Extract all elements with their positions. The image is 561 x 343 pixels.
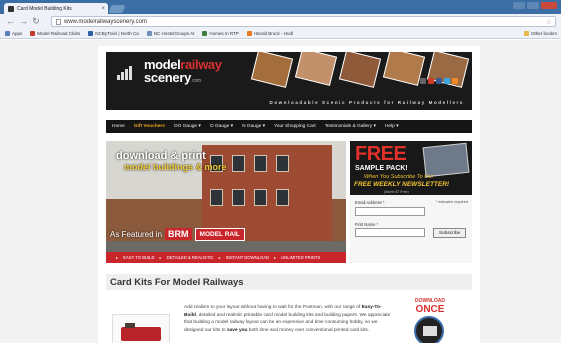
email-icon[interactable]	[420, 78, 426, 84]
locomotive-image	[121, 323, 161, 341]
bookmark-homes-in-rtp[interactable]: Homes In RTP	[202, 31, 239, 36]
hero-subheadline: model buildings & more	[124, 162, 227, 172]
promo-worth: (Worth $7 Free)	[384, 190, 409, 194]
product-card-image	[338, 52, 382, 88]
featured-in: As Featured in BRM MODEL RAIL	[106, 227, 346, 241]
menu-item-gift-vouchers[interactable]: Gift Vouchers	[134, 124, 165, 129]
bookmark-nc-hosts[interactable]: NC Hosts/Groups At	[146, 31, 194, 36]
back-arrow-icon[interactable]: ←	[6, 17, 15, 26]
menu-item-home[interactable]: Home	[112, 124, 125, 129]
new-tab-button[interactable]	[108, 5, 126, 13]
feature-arrow-icon: ▸	[218, 255, 221, 260]
menu-item-o-gauge[interactable]: O Gauge ▾	[210, 124, 233, 129]
window-controls	[513, 2, 557, 9]
feature-arrow-icon: ▸	[116, 255, 119, 260]
site-container: modelrailway scenery.com Downloadable Sc…	[98, 46, 480, 343]
browser-tab[interactable]: Card Model Building Kits ×	[4, 3, 108, 14]
subscribe-button[interactable]: Subscribe	[433, 228, 466, 238]
address-bar[interactable]: www.modelrailwayscenery.com ☆	[51, 16, 556, 27]
brm-logo: BRM	[165, 228, 192, 240]
promo-newsletter: FREE WEEKLY NEWSLETTER!	[354, 181, 450, 188]
maximize-button[interactable]	[527, 2, 539, 9]
hero-headline: download & print	[116, 150, 206, 162]
main-menu: Home Gift Vouchers OO Gauge ▾ O Gauge ▾ …	[106, 120, 472, 133]
url-text[interactable]: www.modelrailwayscenery.com	[64, 19, 543, 25]
download-once-badge[interactable]: DOWNLOAD ONCE	[404, 298, 456, 343]
page-title: Card Kits For Model Railways	[110, 276, 244, 288]
tab-close-icon[interactable]: ×	[101, 6, 108, 12]
google-plus-icon[interactable]	[428, 78, 434, 84]
site-tagline: Downloadable Scenic Products for Railway…	[269, 100, 464, 105]
forward-arrow-icon[interactable]: →	[19, 17, 28, 26]
logo-bars-icon	[117, 66, 139, 80]
sample-pack-image	[422, 142, 470, 178]
browser-toolbar: ← → ↻ www.modelrailwayscenery.com ☆	[0, 14, 561, 29]
minimize-button[interactable]	[513, 2, 525, 9]
bookmark-favicon-icon	[202, 31, 208, 36]
promo-free: FREE	[355, 143, 407, 165]
page-viewport: modelrailway scenery.com Downloadable Sc…	[0, 40, 561, 343]
model-rail-logo: MODEL RAIL	[194, 227, 245, 241]
product-card-image	[250, 52, 294, 88]
hero-banner[interactable]: download & print model buildings & more …	[106, 141, 346, 263]
bookmark-model-railroad-clubs[interactable]: Model Railroad Clubs	[30, 31, 80, 36]
feature-strip: ▸ EASY TO BUILD ▸ DETAILED & REALISTIC ▸…	[106, 252, 346, 263]
promo-sample-pack: SAMPLE PACK!	[355, 165, 408, 172]
menu-item-oo-gauge[interactable]: OO Gauge ▾	[174, 124, 201, 129]
facebook-icon[interactable]	[436, 78, 442, 84]
bookmarks-bar: Apps Model Railroad Clubs NCByTrain | No…	[0, 29, 561, 39]
feature-arrow-icon: ▸	[159, 255, 162, 260]
promo-subscribe-line: When You Subscribe To Our	[364, 174, 434, 180]
menu-item-help[interactable]: Help ▾	[385, 124, 399, 129]
menu-item-shopping-cart[interactable]: Your Shopping Cart	[274, 124, 316, 129]
content-heading-bar: Card Kits For Model Railways	[106, 274, 472, 290]
bookmark-harold-brock[interactable]: Harold Brock - Hudl	[246, 31, 293, 36]
newsletter-promo: FREE SAMPLE PACK! When You Subscribe To …	[350, 141, 472, 263]
bookmark-apps[interactable]: Apps	[5, 31, 22, 36]
social-icons	[420, 78, 458, 84]
page-icon	[56, 18, 61, 25]
other-bookmarks[interactable]: Other bookm	[523, 31, 557, 36]
signup-form: Email Address * * indicates required Fir…	[350, 195, 472, 263]
bookmark-favicon-icon	[146, 31, 152, 36]
feature-arrow-icon: ▸	[274, 255, 277, 260]
email-field[interactable]	[355, 207, 425, 216]
twitter-icon[interactable]	[444, 78, 450, 84]
menu-item-testimonials[interactable]: Testimonials & Gallery ▾	[325, 124, 376, 129]
apps-icon	[5, 31, 10, 36]
bookmark-ncbytrain[interactable]: NCByTrain | North Ca	[88, 31, 139, 36]
printer-icon	[414, 316, 444, 343]
menu-item-n-gauge[interactable]: N Gauge ▾	[242, 124, 265, 129]
bookmark-favicon-icon	[88, 31, 94, 36]
reload-icon[interactable]: ↻	[32, 17, 40, 26]
bookmark-star-icon[interactable]: ☆	[546, 18, 555, 26]
bookmark-favicon-icon	[30, 31, 36, 36]
required-note: * indicates required	[435, 200, 468, 204]
product-thumbnail[interactable]	[112, 314, 170, 343]
tab-title: Card Model Building Kits	[17, 5, 72, 12]
site-favicon-icon	[8, 5, 14, 12]
first-name-field[interactable]	[355, 228, 425, 237]
product-card-image	[382, 52, 426, 86]
first-name-label: First Name *	[355, 222, 379, 227]
site-header: modelrailway scenery.com Downloadable Sc…	[106, 52, 472, 110]
folder-icon	[523, 31, 529, 36]
product-card-image	[294, 52, 338, 86]
window-close-button[interactable]	[541, 2, 557, 9]
bookmark-favicon-icon	[246, 31, 252, 36]
browser-tab-bar: Card Model Building Kits ×	[0, 0, 561, 14]
intro-paragraph: Add realism to your layout without havin…	[184, 305, 391, 333]
email-label: Email Address *	[355, 200, 385, 205]
site-logo[interactable]: modelrailway scenery.com	[144, 58, 222, 86]
rss-icon[interactable]	[452, 78, 458, 84]
